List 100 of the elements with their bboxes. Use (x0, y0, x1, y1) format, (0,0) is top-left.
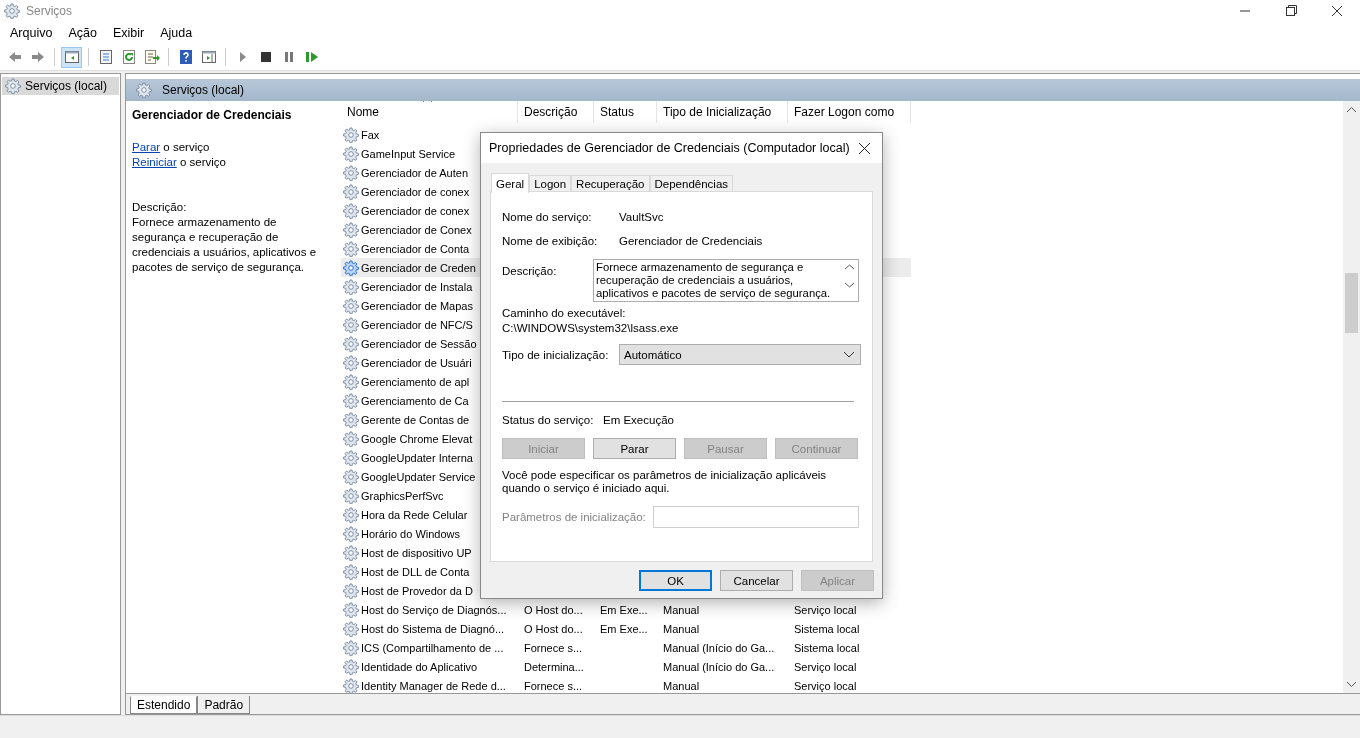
vertical-scrollbar[interactable] (1343, 101, 1360, 693)
service-gear-icon (343, 316, 359, 333)
action-text: o serviço (178, 156, 226, 168)
scroll-up-icon[interactable] (1347, 107, 1356, 113)
service-name[interactable]: Gerenciador de conex (361, 204, 470, 217)
table-cell: Sistema local (794, 641, 860, 654)
service-gear-icon (343, 145, 359, 162)
service-name[interactable]: Gerente de Contas de (361, 413, 470, 426)
service-title: Gerenciador de Credenciais (132, 108, 293, 123)
service-name[interactable]: Hora da Rede Celular (361, 508, 468, 521)
column-header[interactable]: Descrição (518, 101, 594, 123)
dialog-tab[interactable]: Geral (491, 173, 530, 193)
service-name[interactable]: GoogleUpdater Service (361, 470, 476, 483)
service-gear-icon (343, 354, 359, 371)
startup-type-dropdown[interactable]: Automático (619, 344, 861, 365)
service-name[interactable]: Gerenciador de Sessão (361, 337, 477, 350)
column-header[interactable]: Nome (341, 101, 518, 123)
service-gear-icon (343, 297, 359, 314)
service-name[interactable]: Gerenciador de Auten (361, 166, 469, 179)
column-header[interactable]: Tipo de Inicialização (657, 101, 788, 123)
service-name[interactable]: Gerenciador de Instala (361, 280, 473, 293)
menu-item[interactable]: Ação (60, 26, 105, 40)
table-cell: Fornece s... (524, 679, 583, 692)
scroll-down-icon[interactable] (1347, 681, 1356, 687)
service-name[interactable]: Gerenciador de NFC/S (361, 318, 473, 331)
service-gear-icon (343, 582, 359, 599)
service-name[interactable]: Fax (361, 128, 380, 141)
forward-arrow-icon (29, 49, 46, 65)
service-name[interactable]: GoogleUpdater Interna (361, 451, 473, 464)
service-name[interactable]: Horário do Windows (361, 527, 461, 540)
description-text: Fornece armazenamento de segurança e recuperação de credenciais a usuários, aplicativos e pacotes de serviço de segurança. (132, 215, 318, 275)
parameters-field[interactable] (653, 506, 859, 528)
table-cell: Em Exe... (600, 603, 648, 616)
service-gear-icon (343, 335, 359, 352)
service-gear-icon (343, 544, 359, 561)
action-text: o serviço (162, 141, 210, 153)
view-tab[interactable]: Padrão (197, 696, 251, 714)
service-name[interactable]: Gerenciador de Creden (361, 261, 476, 274)
service-gear-icon (343, 259, 359, 276)
service-gear-icon (343, 620, 359, 637)
field-label: Parâmetros de inicialização: (502, 511, 647, 523)
service-gear-icon (343, 164, 359, 181)
service-button[interactable]: Parar (593, 438, 676, 459)
field-label: Nome do serviço: (502, 211, 593, 223)
service-gear-icon (343, 430, 359, 447)
service-gear-icon (343, 183, 359, 200)
view-tab[interactable]: Estendido (130, 696, 198, 714)
column-header[interactable]: Fazer Logon como (788, 101, 911, 123)
menu-item[interactable]: Ajuda (152, 26, 201, 40)
service-gear-icon (343, 126, 359, 143)
service-name[interactable]: Gerenciador de Usuári (361, 356, 472, 369)
service-name[interactable]: Host do Serviço de Diagnós... (361, 603, 507, 616)
service-name[interactable]: Identity Manager de Rede d... (361, 679, 506, 692)
close-icon[interactable] (859, 142, 870, 154)
service-name[interactable]: ICS (Compartilhamento de ... (361, 641, 504, 654)
service-name[interactable]: Host de dispositivo UP (361, 546, 472, 559)
action-link[interactable]: Parar (132, 141, 161, 153)
field-label: Tipo de inicialização: (502, 348, 610, 361)
service-gear-icon (343, 677, 359, 693)
chevron-down-icon (844, 351, 854, 358)
service-name[interactable]: Gerenciador de Mapas (361, 299, 473, 312)
table-cell: Serviço local (794, 660, 857, 673)
menu-item[interactable]: Arquivo (2, 26, 61, 40)
service-gear-icon (343, 658, 359, 675)
service-name[interactable]: Host de DLL de Conta (361, 565, 470, 578)
service-name[interactable]: Identidade do Aplicativo (361, 660, 478, 673)
action-link[interactable]: Reiniciar (132, 156, 177, 168)
resume-icon (303, 49, 320, 65)
service-gear-icon (343, 487, 359, 504)
service-gear-icon (343, 506, 359, 523)
table-cell: Manual (663, 679, 700, 692)
description-box[interactable]: Fornece armazenamento de segurança e recuperação de credenciais a usuários, aplicativos e pacotes de serviço de segurança. (593, 259, 859, 302)
service-name[interactable]: Gerenciador de Conta (361, 242, 470, 255)
service-gear-icon (343, 601, 359, 618)
service-name[interactable]: Gerenciador de conex (361, 185, 470, 198)
dialog-button[interactable]: Cancelar (720, 570, 793, 591)
service-name[interactable]: Gerenciador de Conex (361, 223, 472, 236)
column-header[interactable]: Status (594, 101, 657, 123)
service-gear-icon (343, 202, 359, 219)
service-name[interactable]: GraphicsPerfSvc (361, 489, 444, 502)
app-gear-icon (4, 3, 20, 19)
service-name[interactable]: Gerenciamento de Ca (361, 394, 469, 407)
scrollbar-thumb[interactable] (1345, 273, 1358, 333)
service-name[interactable]: Gerenciamento de apl (361, 375, 470, 388)
table-cell: Fornece s... (524, 641, 583, 654)
service-name[interactable]: Host de Provedor da D (361, 584, 473, 597)
field-label: Nome de exibição: (502, 235, 599, 247)
panel-title: Serviços (local) (162, 83, 245, 97)
service-name[interactable]: Host do Sistema de Diagnó... (361, 622, 505, 635)
dialog-button[interactable]: OK (639, 570, 712, 591)
export-list-icon (143, 49, 160, 65)
menu-item[interactable]: Exibir (104, 26, 153, 40)
help-icon (177, 49, 194, 65)
table-cell: Serviço local (794, 603, 857, 616)
tree-item[interactable]: Serviços (local) (2, 77, 119, 95)
service-gear-icon (343, 278, 359, 295)
service-name[interactable]: Google Chrome Elevat (361, 432, 473, 445)
service-gear-icon (343, 563, 359, 580)
service-name[interactable]: GameInput Service (361, 147, 456, 160)
console-tree-button[interactable] (61, 46, 82, 68)
